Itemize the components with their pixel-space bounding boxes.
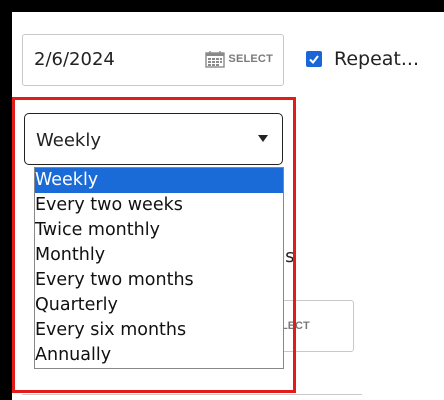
caret-down-icon [258,135,268,142]
repeat-label: Repeat... [334,48,419,70]
option-every-two-months[interactable]: Every two months [35,268,283,293]
option-quarterly[interactable]: Quarterly [35,293,283,318]
option-weekly[interactable]: Weekly [35,168,283,193]
option-twice-monthly[interactable]: Twice monthly [35,218,283,243]
option-every-six-months[interactable]: Every six months [35,318,283,343]
calendar-icon [205,51,226,68]
checkmark-icon [309,55,319,65]
date-value: 2/6/2024 [34,49,115,70]
option-annually[interactable]: Annually [35,343,283,368]
divider [22,394,362,395]
frequency-select[interactable]: Weekly [24,113,283,165]
option-every-two-weeks[interactable]: Every two weeks [35,193,283,218]
date-select-label: SELECT [228,53,273,65]
repeat-checkbox[interactable] [306,51,322,67]
date-field[interactable]: 2/6/2024 SELECT [22,34,284,86]
date-select-button[interactable]: SELECT [205,50,273,68]
frequency-options-list[interactable]: Weekly Every two weeks Twice monthly Mon… [34,167,284,369]
repeat-toggle[interactable]: Repeat... [306,48,419,70]
frequency-selected-value: Weekly [36,130,101,151]
option-monthly[interactable]: Monthly [35,243,283,268]
schedule-panel: 2/6/2024 SELECT Repeat... es LECT Weekly… [12,12,444,400]
